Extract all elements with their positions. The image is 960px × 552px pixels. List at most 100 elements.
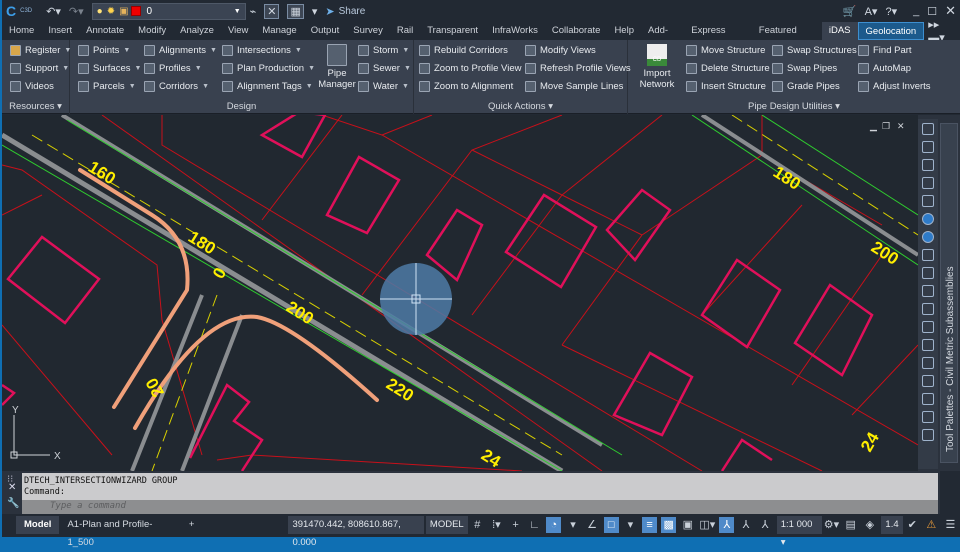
grade-pipes-button[interactable]: Grade Pipes bbox=[772, 81, 840, 92]
tab-home[interactable]: Home bbox=[2, 22, 41, 40]
share-icon[interactable]: ➤ bbox=[325, 5, 334, 18]
3d-osnap-icon[interactable]: ◫▾ bbox=[699, 517, 715, 533]
subassembly-tool-icon[interactable] bbox=[922, 159, 934, 171]
move-structure-button[interactable]: Move Structure bbox=[686, 45, 765, 56]
model-space-button[interactable]: MODEL bbox=[425, 516, 468, 534]
selection-cycling-icon[interactable]: ▣ bbox=[680, 517, 695, 533]
tab-featured-apps[interactable]: Featured Apps bbox=[752, 22, 822, 54]
pipe-design-panel-title[interactable]: Pipe Design Utilities ▾ bbox=[628, 101, 960, 112]
tab-analyze[interactable]: Analyze bbox=[173, 22, 221, 40]
layout-icon[interactable]: ▦ bbox=[287, 3, 304, 19]
tab-transparent[interactable]: Transparent bbox=[420, 22, 485, 40]
tab-add-ins[interactable]: Add-ins bbox=[641, 22, 684, 54]
storm-button[interactable]: Storm ▼ bbox=[358, 45, 409, 56]
quick-actions-panel-title[interactable]: Quick Actions ▾ bbox=[414, 101, 627, 112]
workspace-icon[interactable]: ✕ bbox=[264, 3, 280, 19]
tab-help[interactable]: Help bbox=[607, 22, 641, 40]
grid-icon[interactable]: # bbox=[470, 517, 485, 533]
refresh-profile-views-button[interactable]: Refresh Profile Views bbox=[525, 63, 631, 74]
tab-geolocation[interactable]: Geolocation bbox=[857, 22, 925, 40]
globe-icon[interactable] bbox=[922, 231, 934, 243]
tab-idas[interactable]: iDAS bbox=[821, 22, 858, 40]
subassembly-tool-icon[interactable] bbox=[922, 123, 934, 135]
subassembly-tool-icon[interactable] bbox=[922, 357, 934, 369]
match-layer-icon[interactable]: ⌁ bbox=[250, 5, 257, 18]
points-button[interactable]: Points ▼ bbox=[78, 45, 130, 56]
annotation-scale-icon[interactable]: ⅄ bbox=[758, 517, 773, 533]
subassembly-tool-icon[interactable] bbox=[922, 411, 934, 423]
dynamic-input-icon[interactable]: + bbox=[508, 517, 523, 533]
geolocation-status-icon[interactable]: ✔ bbox=[905, 517, 920, 533]
subassembly-tool-icon[interactable] bbox=[922, 393, 934, 405]
cart-icon[interactable]: 🛒 bbox=[843, 5, 857, 18]
ortho-icon[interactable]: ∟ bbox=[527, 517, 542, 533]
sewer-button[interactable]: Sewer ▼ bbox=[358, 63, 411, 74]
videos-button[interactable]: Videos bbox=[10, 81, 54, 92]
properties-icon[interactable]: ▤ bbox=[843, 517, 858, 533]
polar-tracking-icon[interactable]: ◔ bbox=[546, 517, 562, 533]
object-snap-icon[interactable]: □ bbox=[603, 517, 619, 533]
coordinates-readout[interactable]: 391470.442, 808610.867, 0.000 bbox=[288, 516, 424, 548]
chevron-down-icon[interactable]: ▾ bbox=[565, 517, 580, 533]
redo-icon[interactable]: ↷▾ bbox=[69, 5, 84, 18]
annotation-scale-dropdown[interactable]: 1:1 000 ▾ bbox=[776, 516, 822, 548]
isometric-icon[interactable]: ∠ bbox=[585, 517, 600, 533]
app-logo-icon[interactable]: C bbox=[6, 3, 16, 19]
subassembly-tool-icon[interactable] bbox=[922, 429, 934, 441]
wrench-icon[interactable]: 🔧 bbox=[7, 498, 19, 509]
tab-rail[interactable]: Rail bbox=[390, 22, 420, 40]
subassembly-tool-icon[interactable] bbox=[922, 303, 934, 315]
rebuild-corridors-button[interactable]: Rebuild Corridors bbox=[419, 45, 508, 56]
lineweight-icon[interactable]: ≡ bbox=[641, 517, 658, 533]
pipe-manager-button[interactable]: Pipe Manager bbox=[318, 44, 356, 90]
globe-icon[interactable] bbox=[922, 213, 934, 225]
transparency-icon[interactable]: ▩ bbox=[661, 517, 677, 533]
tab-insert[interactable]: Insert bbox=[41, 22, 79, 40]
annotation-visibility-icon[interactable]: ⅄ bbox=[719, 517, 735, 533]
warning-icon[interactable]: ⚠ bbox=[924, 517, 939, 533]
subassembly-tool-icon[interactable] bbox=[922, 375, 934, 387]
profiles-button[interactable]: Profiles ▼ bbox=[144, 63, 202, 74]
register-button[interactable]: Register ▼ bbox=[10, 45, 71, 56]
drawing-viewport[interactable]: 160 180 0 200 220 20 24 180 200 24 Y X ▁… bbox=[2, 115, 918, 471]
adjust-inverts-button[interactable]: Adjust Inverts bbox=[858, 81, 931, 92]
swap-pipes-button[interactable]: Swap Pipes bbox=[772, 63, 837, 74]
menu-icon[interactable]: ☰ bbox=[943, 517, 958, 533]
lineweight-value[interactable]: 1.4 bbox=[881, 516, 903, 534]
swap-structures-button[interactable]: Swap Structures bbox=[772, 45, 857, 56]
tab-infraworks[interactable]: InfraWorks bbox=[485, 22, 545, 40]
snap-icon[interactable]: ⁞▾ bbox=[489, 517, 504, 533]
alignment-tags-button[interactable]: Alignment Tags ▼ bbox=[222, 81, 313, 92]
account-icon[interactable]: A▾ bbox=[865, 5, 878, 18]
subassembly-tool-icon[interactable] bbox=[922, 141, 934, 153]
intersections-button[interactable]: Intersections ▼ bbox=[222, 45, 302, 56]
resources-panel-title[interactable]: Resources ▾ bbox=[2, 101, 69, 112]
subassembly-tool-icon[interactable] bbox=[922, 177, 934, 189]
help-icon[interactable]: ?▾ bbox=[885, 5, 897, 18]
autoscale-icon[interactable]: ⅄ bbox=[738, 517, 753, 533]
gear-icon[interactable]: ⚙▾ bbox=[824, 517, 839, 533]
tab-output[interactable]: Output bbox=[304, 22, 347, 40]
alignments-button[interactable]: Alignments ▼ bbox=[144, 45, 217, 56]
zoom-to-profile-view-button[interactable]: Zoom to Profile View bbox=[419, 63, 521, 74]
support-button[interactable]: Support ▼ bbox=[10, 63, 69, 74]
tool-palette-title-bar[interactable]: Tool Palettes - Civil Metric Subassembli… bbox=[940, 123, 958, 463]
customize-icon[interactable]: ▾ bbox=[312, 5, 318, 18]
tab-model[interactable]: Model bbox=[16, 516, 60, 534]
command-input[interactable]: Type a command bbox=[22, 500, 938, 514]
automap-button[interactable]: AutoMap bbox=[858, 63, 911, 74]
close-command-icon[interactable]: ✕ bbox=[8, 482, 16, 493]
insert-structure-button[interactable]: Insert Structure bbox=[686, 81, 766, 92]
lineweight-layers-icon[interactable]: ◈ bbox=[862, 517, 877, 533]
zoom-to-alignment-button[interactable]: Zoom to Alignment bbox=[419, 81, 513, 92]
tab-modify[interactable]: Modify bbox=[131, 22, 173, 40]
subassembly-tool-icon[interactable] bbox=[922, 267, 934, 279]
subassembly-tool-icon[interactable] bbox=[922, 339, 934, 351]
tab-survey[interactable]: Survey bbox=[346, 22, 390, 40]
maximize-icon[interactable]: ☐ bbox=[927, 5, 937, 18]
corridors-button[interactable]: Corridors ▼ bbox=[144, 81, 209, 92]
subassembly-tool-icon[interactable] bbox=[922, 249, 934, 261]
drawing-canvas[interactable]: 160 180 0 200 220 20 24 180 200 24 Y X ▁… bbox=[2, 115, 918, 471]
close-icon[interactable]: ✕ bbox=[945, 3, 956, 19]
minimize-icon[interactable]: _ bbox=[913, 5, 919, 17]
